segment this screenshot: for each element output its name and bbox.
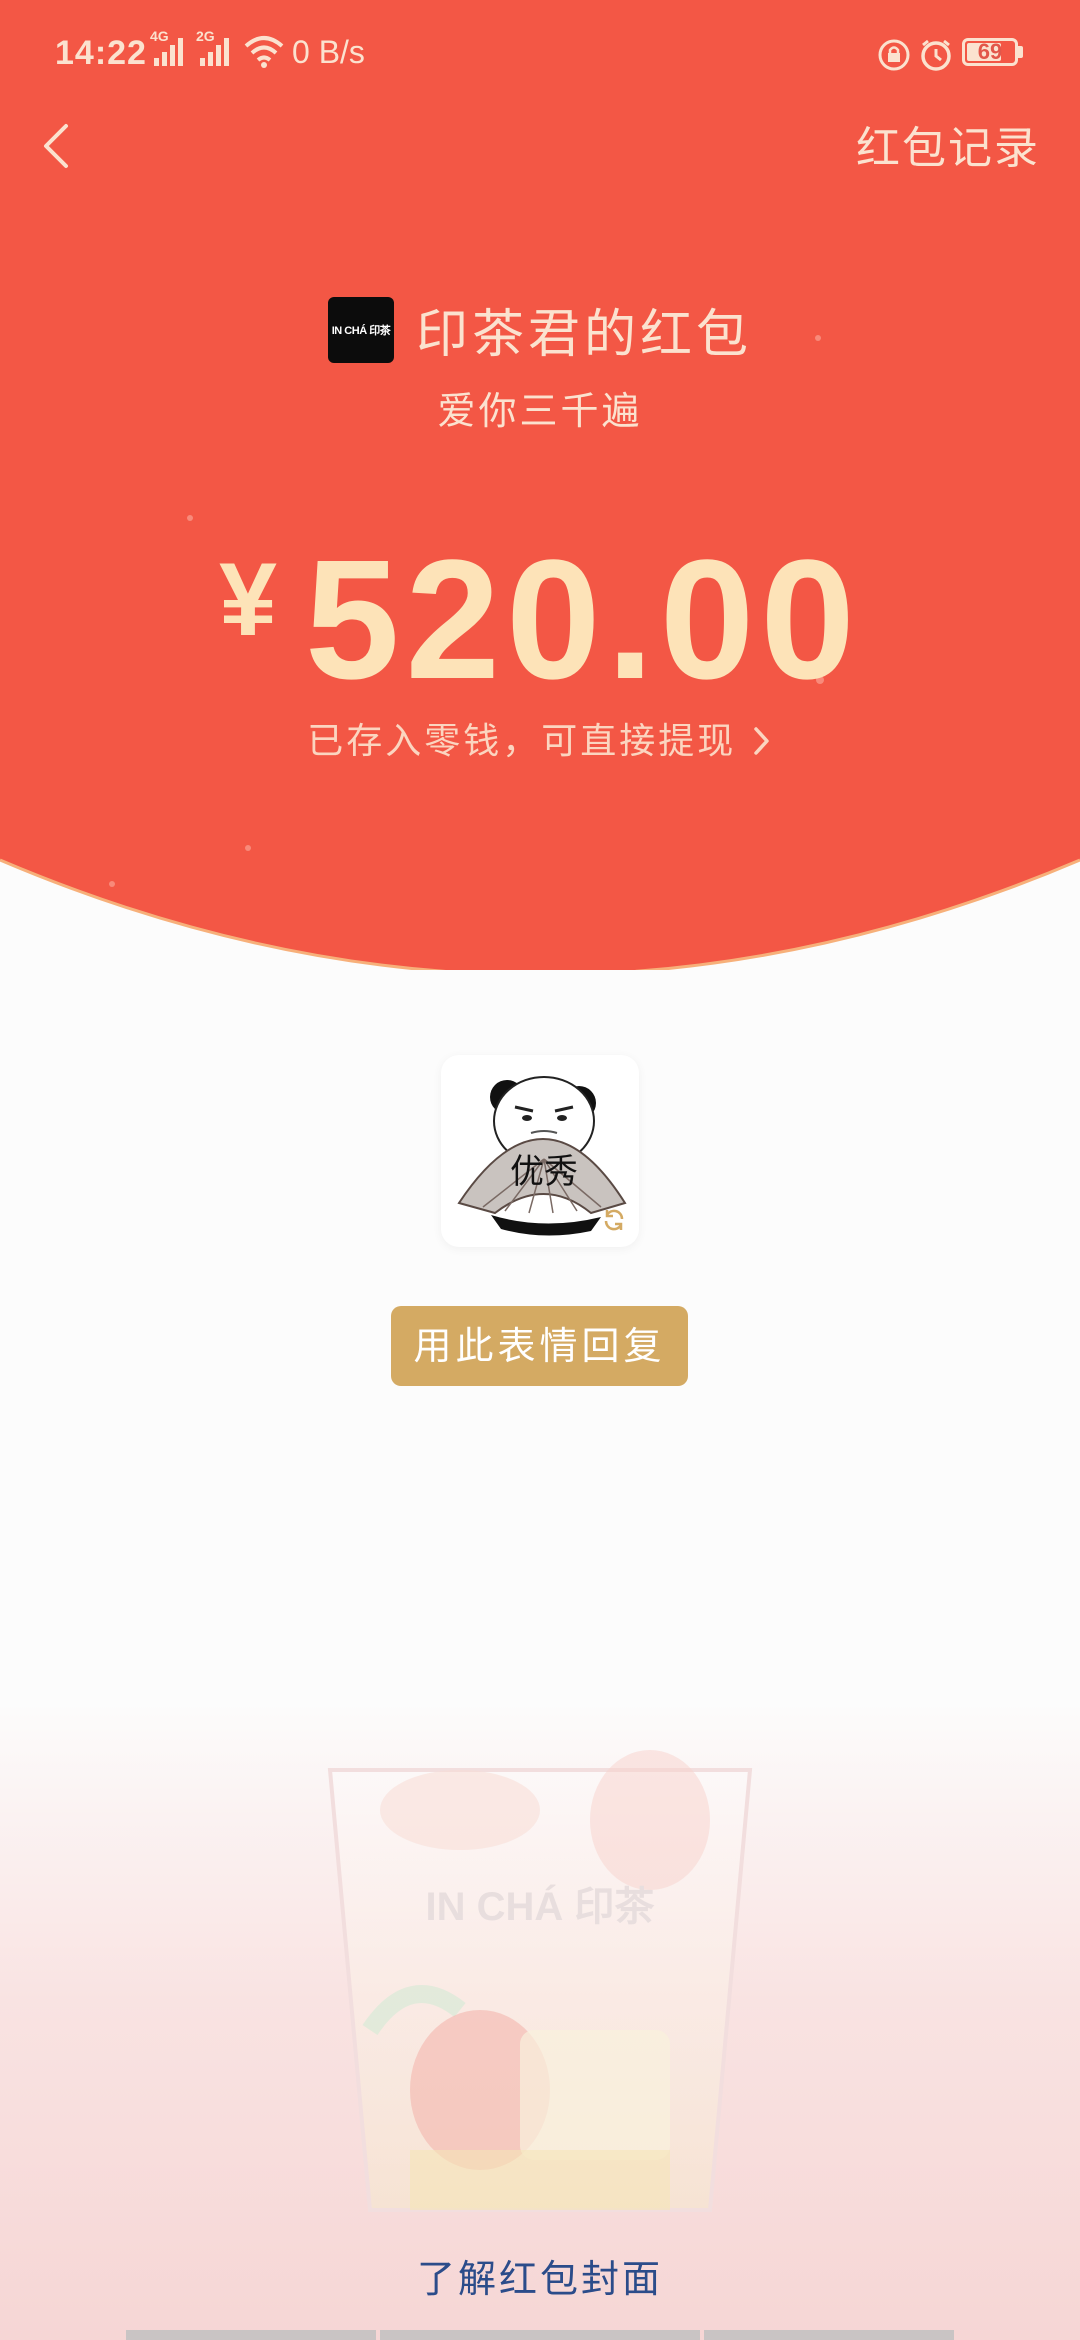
lock-rotation-icon bbox=[878, 39, 910, 71]
panda-fan-sticker[interactable]: 优秀 bbox=[441, 1055, 639, 1247]
saved-to-balance-link[interactable]: 已存入零钱，可直接提现 bbox=[0, 712, 1080, 764]
battery-level: 69 bbox=[977, 39, 1003, 64]
cup-brand-text: IN CHÁ 印茶 bbox=[426, 1884, 656, 1929]
amount-value: 520.00 bbox=[304, 525, 861, 715]
alarm-icon bbox=[921, 39, 951, 71]
sender-name: 印茶君的红包 bbox=[415, 305, 752, 365]
sender-info: IN CHÁ 印茶 印茶君的红包 bbox=[0, 292, 1080, 367]
signal-icon: 2G bbox=[196, 28, 236, 70]
sticker-fan-text: 优秀 bbox=[510, 1152, 578, 1192]
status-time: 14:22 bbox=[55, 34, 147, 72]
brand-logo: IN CHÁ 印茶 bbox=[327, 296, 394, 363]
network-speed: 0 B/s bbox=[292, 34, 365, 70]
signal-icon: 4G bbox=[150, 28, 190, 70]
home-indicator-segment bbox=[380, 2330, 700, 2340]
saved-to-balance-text: 已存入零钱，可直接提现 bbox=[307, 721, 737, 762]
greeting-message: 爱你三千遍 bbox=[437, 389, 643, 433]
chevron-left-icon bbox=[44, 124, 68, 168]
wifi-icon bbox=[244, 36, 284, 68]
amount-display: ¥520.00 bbox=[0, 535, 1080, 705]
battery-cap bbox=[1018, 46, 1023, 58]
battery-icon: 69 bbox=[962, 38, 1018, 66]
refresh-icon[interactable] bbox=[601, 1207, 627, 1233]
home-indicator-segment bbox=[704, 2330, 954, 2340]
home-indicator-segment bbox=[126, 2330, 376, 2340]
learn-cover-link[interactable]: 了解红包封面 bbox=[0, 2248, 1080, 2303]
red-packet-detail-screen: 14:22 4G 2G 0 B/s 69 红包记录 IN CHÁ 印茶 印茶君的… bbox=[0, 0, 1080, 2340]
chevron-right-icon bbox=[753, 727, 769, 755]
currency-symbol: ¥ bbox=[219, 542, 277, 658]
status-bar: 14:22 4G 2G 0 B/s 69 bbox=[0, 0, 1080, 110]
red-packet-record-link[interactable]: 红包记录 bbox=[856, 112, 1040, 176]
red-packet-cover-illustration: IN CHÁ 印茶 bbox=[327, 1750, 753, 2212]
back-button[interactable] bbox=[30, 112, 90, 182]
reply-with-sticker-button[interactable]: 用此表情回复 bbox=[391, 1306, 688, 1386]
